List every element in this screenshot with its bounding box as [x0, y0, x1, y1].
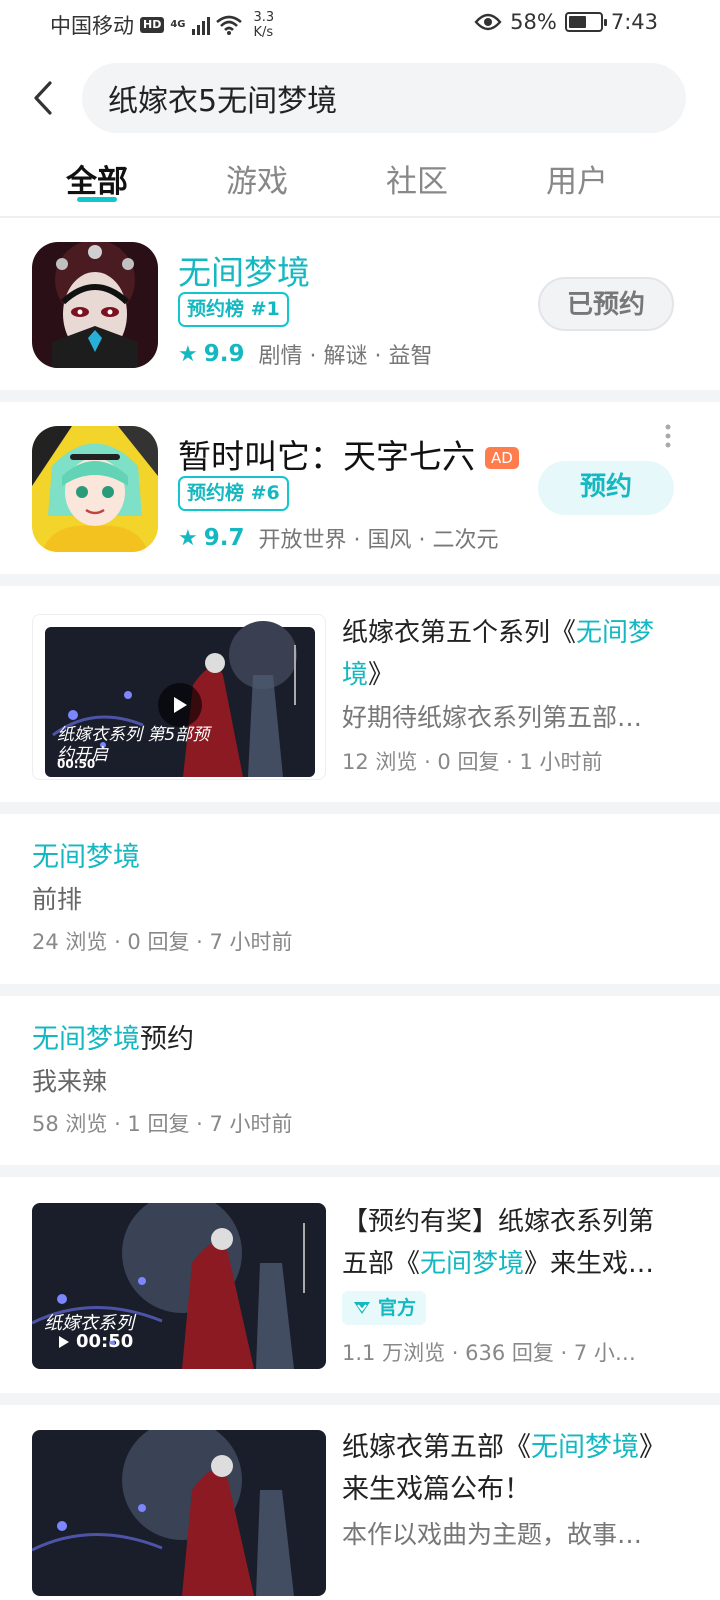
- carrier-label: 中国移动: [50, 14, 134, 38]
- search-box[interactable]: [82, 63, 686, 133]
- post-meta: 1.1 万浏览 · 636 回复 · 7 小…: [342, 1341, 636, 1365]
- battery-icon: [564, 12, 607, 32]
- post-title[interactable]: 【预约有奖】纸嫁衣系列第 五部《无间梦境》来生戏…: [342, 1201, 682, 1285]
- wifi-icon: [215, 15, 242, 35]
- section-separator: [0, 1393, 720, 1405]
- play-icon[interactable]: [158, 683, 202, 727]
- game-icon[interactable]: [32, 426, 158, 552]
- title-suffix: 》来生戏…: [524, 1249, 655, 1279]
- video-thumbnail[interactable]: 纸嫁衣系列 00:50: [32, 1203, 326, 1369]
- star-icon: ★: [178, 525, 198, 551]
- rank-badge: 预约榜 #1: [178, 292, 289, 327]
- section-separator: [0, 1165, 720, 1177]
- title-prefix: 五部《: [342, 1249, 421, 1279]
- game-tags: 剧情 · 解谜 · 益智: [258, 344, 433, 369]
- eye-icon: [474, 13, 502, 31]
- section-separator: [0, 390, 720, 402]
- game-title-text: 暂时叫它：天字七六: [178, 437, 475, 476]
- title-highlight: 无间梦境: [420, 1249, 525, 1279]
- status-right: 58% 7:43: [474, 10, 658, 34]
- tab-all[interactable]: 全部: [37, 156, 157, 201]
- post-body: 前排: [32, 885, 83, 914]
- video-thumbnail[interactable]: [32, 1430, 326, 1596]
- video-duration: 00:50: [58, 1331, 133, 1352]
- title-highlight: 无间梦境: [531, 1432, 639, 1463]
- signal-icon: [191, 15, 210, 35]
- battery-fill: [568, 16, 586, 28]
- hd-badge: HD: [140, 17, 165, 33]
- game-title[interactable]: 无间梦境: [178, 246, 310, 294]
- tab-games[interactable]: 游戏: [197, 156, 317, 201]
- official-label: 官方: [378, 1297, 417, 1319]
- official-badge-icon: [354, 1302, 370, 1314]
- status-left: 中国移动 HD 4G 3.3 K/s: [50, 10, 274, 40]
- title-suffix: 》: [639, 1432, 666, 1463]
- post-title[interactable]: 无间梦境预约: [32, 1020, 682, 1060]
- tab-users[interactable]: 用户: [517, 156, 637, 201]
- game-tags: 开放世界 · 国风 · 二次元: [258, 528, 499, 553]
- game-rating: ★ 9.7 开放世界 · 国风 · 二次元: [178, 522, 498, 554]
- rating-score: 9.9: [203, 341, 245, 367]
- speed-value: 3.3: [253, 10, 275, 25]
- duration-text: 00:50: [76, 1331, 134, 1352]
- post-title[interactable]: 无间梦境: [32, 838, 682, 878]
- play-icon: [59, 1335, 69, 1348]
- ad-badge: AD: [485, 447, 519, 469]
- title-suffix: 》: [368, 660, 395, 690]
- rating-score: 9.7: [203, 525, 245, 551]
- game-result-card[interactable]: 暂时叫它：天字七六 AD 预约榜 #6 ★ 9.7 开放世界 · 国风 · 二次元…: [0, 402, 720, 574]
- post-description: 好期待纸嫁衣系列第五部…: [342, 703, 643, 732]
- result-tabs: 全部 游戏 社区 用户: [0, 148, 720, 216]
- reserve-button[interactable]: 预约: [538, 461, 674, 515]
- post-card[interactable]: 纸嫁衣第五部《无间梦境》来生戏篇公布！ 本作以戏曲为主题，故事…: [0, 1405, 720, 1600]
- video-thumbnail[interactable]: 纸嫁衣系列 第5部预约开启 00:50: [32, 614, 326, 780]
- game-result-card[interactable]: 无间梦境 预约榜 #1 ★ 9.9 剧情 · 解谜 · 益智 已预约: [0, 218, 720, 390]
- title-line1: 【预约有奖】纸嫁衣系列第: [342, 1207, 655, 1237]
- game-rating: ★ 9.9 剧情 · 解谜 · 益智: [178, 338, 432, 370]
- section-separator: [0, 984, 720, 996]
- post-body: 我来辣: [32, 1067, 108, 1096]
- network-type: 4G: [170, 19, 186, 30]
- post-card[interactable]: 纸嫁衣系列 00:50 【预约有奖】纸嫁衣系列第 五部《无间梦境》来生戏… 官方 …: [0, 1177, 720, 1393]
- title-line2: 来生戏篇公布！: [342, 1474, 531, 1505]
- status-bar: 中国移动 HD 4G 3.3 K/s 58% 7:43: [0, 0, 720, 50]
- reserved-button[interactable]: 已预约: [538, 277, 674, 331]
- speed-unit: K/s: [253, 25, 274, 40]
- official-badge: 官方: [342, 1291, 427, 1325]
- post-title[interactable]: 纸嫁衣第五部《无间梦境》来生戏篇公布！: [342, 1427, 682, 1511]
- post-meta: 58 浏览 · 1 回复 · 7 小时前: [32, 1112, 293, 1136]
- rank-badge: 预约榜 #6: [178, 476, 289, 511]
- post-meta: 12 浏览 · 0 回复 · 1 小时前: [342, 750, 603, 774]
- section-separator: [0, 802, 720, 814]
- more-dots-icon[interactable]: [664, 424, 672, 448]
- title-suffix: 预约: [140, 1024, 194, 1055]
- title-highlight: 无间梦境: [32, 1024, 140, 1055]
- post-description: 本作以戏曲为主题，故事…: [342, 1520, 643, 1549]
- text-post-card[interactable]: 无间梦境预约 我来辣 58 浏览 · 1 回复 · 7 小时前: [32, 1020, 682, 1142]
- text-post-card[interactable]: 无间梦境 前排 24 浏览 · 0 回复 · 7 小时前: [32, 838, 682, 960]
- search-input[interactable]: [82, 63, 686, 133]
- video-duration: 00:50: [57, 757, 96, 771]
- clock: 7:43: [610, 10, 658, 34]
- battery-percent: 58%: [510, 10, 557, 34]
- title-prefix: 纸嫁衣第五个系列《: [342, 618, 577, 648]
- section-separator: [0, 574, 720, 586]
- active-tab-indicator: [77, 197, 117, 202]
- back-arrow-icon[interactable]: [28, 80, 60, 116]
- star-icon: ★: [178, 341, 198, 367]
- post-meta: 24 浏览 · 0 回复 · 7 小时前: [32, 930, 293, 954]
- title-prefix: 纸嫁衣第五部《: [342, 1432, 531, 1463]
- game-title[interactable]: 暂时叫它：天字七六 AD: [178, 430, 519, 478]
- tab-community[interactable]: 社区: [357, 156, 477, 201]
- network-speed: 3.3 K/s: [254, 10, 275, 40]
- game-icon[interactable]: [32, 242, 158, 368]
- post-title[interactable]: 纸嫁衣第五个系列《无间梦境》: [342, 612, 682, 696]
- post-card[interactable]: 纸嫁衣系列 第5部预约开启 00:50 纸嫁衣第五个系列《无间梦境》 好期待纸嫁…: [0, 586, 720, 802]
